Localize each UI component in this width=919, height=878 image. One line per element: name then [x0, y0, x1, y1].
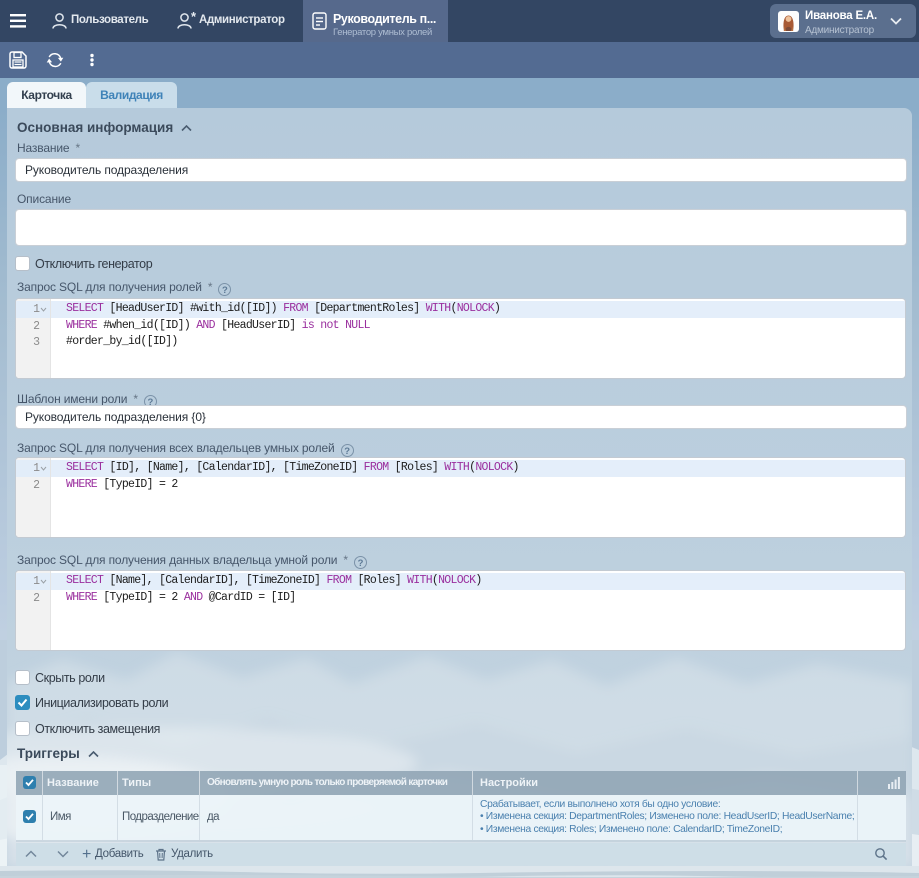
svg-text:*: *	[191, 12, 197, 24]
